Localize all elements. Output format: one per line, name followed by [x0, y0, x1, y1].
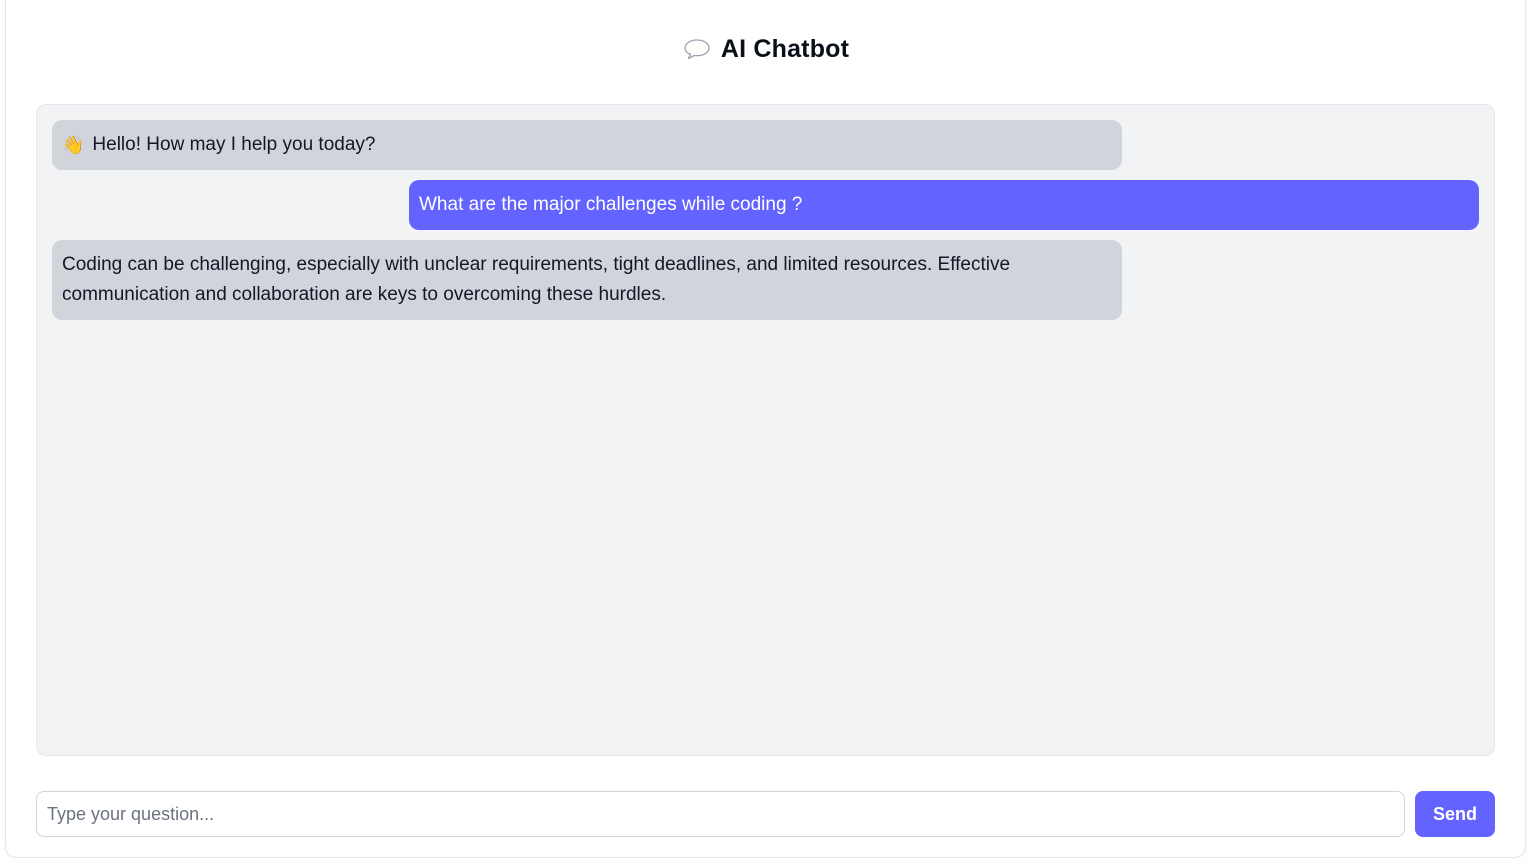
message-text: What are the major challenges while codi… — [419, 194, 803, 215]
question-input[interactable] — [36, 791, 1405, 837]
speech-bubble-icon — [683, 37, 711, 61]
user-message: What are the major challenges while codi… — [409, 180, 1479, 230]
message-text: Hello! How may I help you today? — [92, 134, 376, 155]
send-button[interactable]: Send — [1415, 791, 1495, 837]
message-list[interactable]: 👋 Hello! How may I help you today? What … — [36, 104, 1495, 756]
waving-hand-icon: 👋 — [62, 135, 85, 155]
composer: Send — [36, 791, 1495, 837]
page-title: AI Chatbot — [720, 34, 850, 63]
bot-message: 👋 Hello! How may I help you today? — [52, 120, 1122, 170]
bot-message: Coding can be challenging, especially wi… — [52, 240, 1122, 320]
app-header: AI Chatbot — [0, 32, 1532, 66]
message-text: Coding can be challenging, especially wi… — [62, 254, 1011, 305]
